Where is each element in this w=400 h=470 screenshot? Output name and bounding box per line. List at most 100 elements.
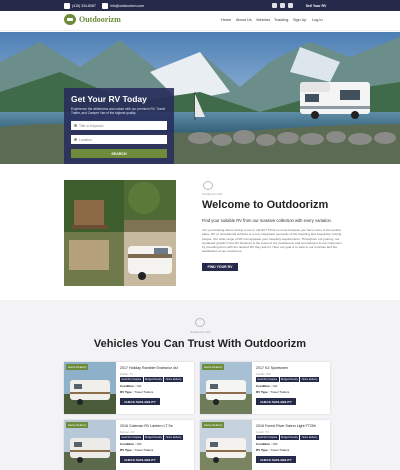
vehicle-features: Good For Couples Budget Friendly Home Deli… bbox=[256, 377, 319, 382]
feature-chip: Home Delivery bbox=[300, 435, 319, 440]
condition-value: Old bbox=[272, 384, 278, 388]
feature-chip: Home Delivery bbox=[164, 377, 183, 382]
vehicle-features: Good For Couples Budget Friendly Home Deli… bbox=[120, 435, 183, 440]
check-availability-button[interactable]: CHECK AVAILABILITY bbox=[256, 398, 296, 405]
rv-type-label: RV Type : bbox=[256, 448, 271, 452]
nav-login[interactable]: Log In bbox=[312, 18, 323, 22]
condition-value: Old bbox=[272, 442, 278, 446]
logo-text: Outdoorizm bbox=[79, 15, 121, 24]
nav-home[interactable]: Home bbox=[221, 18, 231, 22]
phone-icon bbox=[64, 2, 70, 9]
hero-banner: Get Your RV Today Experience the wildern… bbox=[0, 32, 400, 164]
vehicle-location: Austin, TX bbox=[256, 430, 269, 434]
vehicle-location: Denver, CO bbox=[120, 430, 135, 434]
welcome-photo bbox=[64, 180, 176, 286]
home-delivery-badge: Home Delivery bbox=[202, 364, 225, 370]
feature-chip: Good For Couples bbox=[120, 435, 143, 440]
home-delivery-badge: Home Delivery bbox=[66, 422, 89, 428]
welcome-title: Welcome to Outdoorizm bbox=[202, 199, 329, 211]
phone-text: (415) 334-8087 bbox=[72, 3, 96, 8]
condition-label: Condition : bbox=[256, 384, 273, 388]
vehicle-name[interactable]: 2017 KZ Sportsmen bbox=[256, 366, 288, 370]
vehicle-card[interactable]: Home Delivery 2017 Holiday Rambler Endeav… bbox=[64, 362, 194, 414]
vehicle-card[interactable]: Home Delivery 2016 Forest River Salem Lig… bbox=[200, 420, 330, 470]
check-availability-button[interactable]: CHECK AVAILABILITY bbox=[120, 398, 160, 405]
vehicle-condition: Condition : Old bbox=[256, 442, 277, 446]
vehicle-rv-type: RV Type : Travel Trailers bbox=[120, 390, 153, 394]
search-button[interactable]: SEARCH bbox=[71, 149, 167, 159]
location-input[interactable]: Location bbox=[71, 135, 167, 145]
check-availability-button[interactable]: CHECK AVAILABILITY bbox=[120, 456, 160, 463]
find-your-rv-button[interactable]: FIND YOUR RV bbox=[202, 263, 238, 271]
home-delivery-badge: Home Delivery bbox=[66, 364, 89, 370]
instagram-icon[interactable] bbox=[280, 3, 285, 8]
rv-type-value: Travel Trailers bbox=[134, 390, 154, 394]
feature-chip: Home Delivery bbox=[300, 377, 319, 382]
email-contact[interactable]: info@outdoorizm.com bbox=[102, 2, 144, 9]
vehicle-name[interactable]: 2017 Holiday Rambler Endeavor 4st bbox=[120, 366, 178, 370]
vehicle-location: Seattle, WA bbox=[256, 372, 271, 376]
vehicle-name[interactable]: 2016 Coleman RV Lantern LT Se bbox=[120, 424, 173, 428]
vehicle-condition: Condition : Old bbox=[256, 384, 277, 388]
facebook-icon[interactable] bbox=[272, 3, 277, 8]
check-availability-button[interactable]: CHECK AVAILABILITY bbox=[256, 456, 296, 463]
welcome-kicker: Outdoorizm RV bbox=[202, 192, 223, 196]
vehicle-name[interactable]: 2016 Forest River Salem Light FT25rl bbox=[256, 424, 316, 428]
twitter-icon[interactable] bbox=[288, 3, 293, 8]
rv-outline-icon bbox=[195, 318, 205, 327]
rv-outline-icon bbox=[203, 181, 213, 190]
vehicle-rv-type: RV Type : Travel Trailers bbox=[120, 448, 153, 452]
phone-contact[interactable]: (415) 334-8087 bbox=[64, 2, 96, 9]
rv-type-value: Travel Trailers bbox=[134, 448, 154, 452]
hero-text: Experience the wilderness and nature wit… bbox=[71, 107, 166, 116]
vehicle-card[interactable]: Home Delivery 2016 Coleman RV Lantern LT … bbox=[64, 420, 194, 470]
logo[interactable]: Outdoorizm bbox=[64, 14, 121, 25]
sell-your-rv-button[interactable]: Sell Your RV bbox=[296, 0, 336, 11]
feature-chip: Budget Friendly bbox=[279, 435, 300, 440]
condition-label: Condition : bbox=[120, 384, 137, 388]
vehicle-location: Dallas, TX bbox=[120, 372, 133, 376]
nav-vehicles[interactable]: Vehicles bbox=[256, 18, 270, 22]
nav-signup[interactable]: Sign Up bbox=[293, 18, 307, 22]
rv-type-label: RV Type : bbox=[120, 448, 135, 452]
rv-type-value: Travel Trailers bbox=[270, 390, 290, 394]
nav-about[interactable]: About Us bbox=[236, 18, 252, 22]
condition-value: Old bbox=[136, 384, 142, 388]
nav-tracking[interactable]: Tracking bbox=[274, 18, 288, 22]
welcome-body: Are you thinking about renting a van or … bbox=[202, 228, 342, 254]
vehicles-title: Vehicles You Can Trust With Outdoorizm bbox=[93, 338, 307, 350]
email-icon bbox=[102, 2, 108, 9]
vehicle-rv-type: RV Type : Travel Trailers bbox=[256, 448, 289, 452]
logo-icon bbox=[64, 14, 76, 25]
feature-chip: Good For Couples bbox=[256, 377, 279, 382]
rv-type-value: Travel Trailers bbox=[270, 448, 290, 452]
main-nav: Outdoorizm Home About Us Vehicles Tracki… bbox=[0, 11, 400, 31]
vehicles-kicker: Outdoorizm RV bbox=[190, 330, 211, 334]
feature-chip: Budget Friendly bbox=[279, 377, 300, 382]
vehicle-condition: Condition : Old bbox=[120, 442, 141, 446]
condition-label: Condition : bbox=[120, 442, 137, 446]
vehicle-features: Good For Couples Budget Friendly Home Deli… bbox=[120, 377, 183, 382]
hero-title: Get Your RV Today bbox=[71, 94, 147, 104]
keyword-input[interactable]: Title or Keyword bbox=[71, 121, 167, 131]
vehicle-condition: Condition : Old bbox=[120, 384, 141, 388]
rv-type-label: RV Type : bbox=[120, 390, 135, 394]
rv-type-label: RV Type : bbox=[256, 390, 271, 394]
vehicle-features: Good For Couples Budget Friendly Home Deli… bbox=[256, 435, 319, 440]
motorhome-graphic bbox=[300, 82, 370, 119]
condition-label: Condition : bbox=[256, 442, 273, 446]
vehicle-card[interactable]: Home Delivery 2017 KZ Sportsmen Seattle, W… bbox=[200, 362, 330, 414]
top-bar: (415) 334-8087 info@outdoorizm.com Sell … bbox=[0, 0, 400, 11]
email-text: info@outdoorizm.com bbox=[110, 3, 145, 8]
search-panel: Get Your RV Today Experience the wildern… bbox=[64, 88, 174, 164]
welcome-subtitle: Find your suitable RV from our massive c… bbox=[202, 218, 333, 223]
vehicle-rv-type: RV Type : Travel Trailers bbox=[256, 390, 289, 394]
condition-value: Old bbox=[136, 442, 142, 446]
hero-landscape-image bbox=[0, 32, 400, 164]
page: (415) 334-8087 info@outdoorizm.com Sell … bbox=[0, 0, 400, 470]
feature-chip: Home Delivery bbox=[164, 435, 183, 440]
feature-chip: Budget Friendly bbox=[143, 435, 164, 440]
feature-chip: Good For Couples bbox=[120, 377, 143, 382]
home-delivery-badge: Home Delivery bbox=[202, 422, 225, 428]
feature-chip: Good For Couples bbox=[256, 435, 279, 440]
